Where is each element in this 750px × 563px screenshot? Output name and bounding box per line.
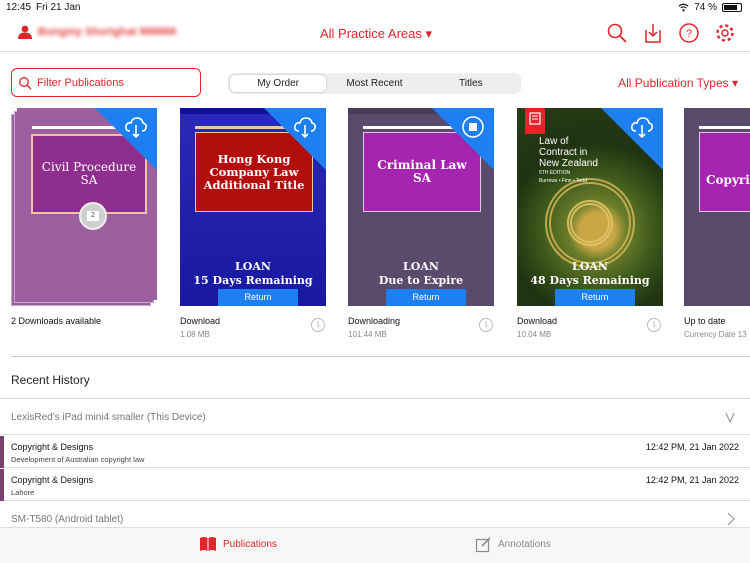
tab-annotations-label: Annotations — [498, 539, 551, 550]
device-row-android[interactable]: SM-T580 (Android tablet) — [0, 502, 750, 527]
help-icon[interactable]: ? — [678, 22, 700, 44]
segment-titles[interactable]: Titles — [423, 75, 519, 92]
book-title: Law of Contract in New Zealand — [539, 136, 598, 169]
top-bar: Bungmy Shorighat 888888 All Practice Are… — [0, 16, 750, 52]
cloud-download-icon[interactable] — [629, 114, 655, 140]
history-item-title: Copyright & Designs — [11, 442, 94, 452]
search-icon[interactable] — [606, 22, 628, 44]
copies-badge: 2 — [79, 202, 107, 230]
status-date: Fri 21 Jan — [36, 2, 81, 13]
segment-most-recent[interactable]: Most Recent — [326, 75, 422, 92]
book-status: Download — [180, 316, 221, 326]
book-status: Up to date — [684, 316, 726, 326]
return-button[interactable]: Return — [218, 289, 298, 306]
tab-bar: Publications Annotations — [0, 527, 750, 563]
info-icon[interactable]: i — [311, 318, 325, 332]
book-cover: Copyrig — [684, 108, 750, 306]
device-name: LexisRed's iPad mini4 smaller (This Devi… — [11, 412, 206, 423]
status-time: 12:45 — [6, 2, 32, 13]
chevron-right-icon[interactable] — [726, 512, 736, 526]
filter-publications-input[interactable] — [37, 76, 187, 89]
cloud-download-icon[interactable] — [123, 114, 149, 140]
book-copyright-partial[interactable]: Copyrig — [684, 108, 750, 306]
download-tray-icon[interactable] — [642, 22, 664, 44]
practice-areas-dropdown[interactable]: All Practice Areas ▾ — [320, 26, 432, 42]
divider — [11, 356, 750, 357]
book-cover: Law of Contract in New Zealand 5TH EDITI… — [517, 108, 663, 306]
book-status: Downloading — [348, 316, 401, 326]
book-currency-date: Currency Date 13 — [684, 330, 747, 339]
history-marker — [0, 469, 4, 501]
note-icon — [529, 112, 541, 125]
cloud-download-icon[interactable] — [292, 114, 318, 140]
segment-my-order[interactable]: My Order — [230, 75, 327, 92]
book-criminal-law-sa[interactable]: Criminal Law SA LOAN Due to Expire Retur… — [348, 108, 494, 306]
book-cover: Hong Kong Company Law Additional Title L… — [180, 108, 326, 306]
history-item-subtitle: Lahore — [11, 488, 35, 497]
chevron-down-icon[interactable] — [724, 411, 736, 423]
wifi-icon — [678, 3, 689, 12]
loan-label: LOAN — [572, 260, 608, 273]
reader-badge — [525, 108, 545, 134]
loan-remaining: Due to Expire — [378, 274, 464, 287]
book-edition: 5TH EDITION — [539, 170, 571, 176]
loan-label: LOAN — [235, 260, 271, 273]
history-item-title: Copyright & Designs — [11, 475, 94, 485]
return-button[interactable]: Return — [555, 289, 635, 306]
device-row-this-device[interactable]: LexisRed's iPad mini4 smaller (This Devi… — [0, 399, 750, 435]
loan-remaining: 15 Days Remaining — [193, 274, 313, 287]
book-size: 1.08 MB — [180, 330, 210, 339]
recent-history-title: Recent History — [11, 373, 90, 387]
user-icon — [18, 25, 32, 39]
settings-gear-icon[interactable] — [714, 22, 736, 44]
tab-annotations[interactable]: Annotations — [475, 536, 551, 553]
sort-segmented-control: My Order Most Recent Titles — [228, 73, 521, 94]
book-status: 2 Downloads available — [11, 316, 102, 326]
book-open-icon — [200, 537, 216, 551]
publication-types-dropdown[interactable]: All Publication Types ▾ — [618, 76, 738, 90]
history-item[interactable]: Copyright & Designs Development of Austr… — [0, 436, 750, 468]
filter-publications-field[interactable] — [11, 68, 201, 97]
search-icon — [19, 76, 32, 89]
fern-spiral-artwork — [567, 200, 613, 246]
tab-publications-label: Publications — [223, 538, 277, 550]
annotation-edit-icon — [475, 537, 491, 553]
cover-stripe — [699, 126, 750, 129]
history-item[interactable]: Copyright & Designs Lahore 12:42 PM, 21 … — [0, 469, 750, 501]
loan-label: LOAN — [403, 260, 439, 273]
battery-icon — [722, 3, 742, 12]
history-item-date: 12:42 PM, 21 Jan 2022 — [645, 475, 739, 485]
user-name: Bungmy Shorighat 888888 — [38, 26, 177, 38]
loan-remaining: 48 Days Remaining — [530, 274, 650, 287]
book-civil-procedure-sa[interactable]: Civil Procedure SA 2 — [11, 108, 157, 306]
history-item-subtitle: Development of Australian copyright law — [11, 455, 145, 464]
book-law-of-contract-nz[interactable]: Law of Contract in New Zealand 5TH EDITI… — [517, 108, 663, 306]
tab-publications[interactable]: Publications — [199, 536, 277, 552]
status-bar: 12:45 Fri 21 Jan 74 % — [0, 0, 750, 16]
user-account[interactable]: Bungmy Shorighat 888888 — [18, 25, 176, 39]
book-title: Copyrig — [699, 132, 750, 212]
device-name: SM-T580 (Android tablet) — [11, 514, 124, 525]
book-status: Download — [517, 316, 558, 326]
svg-text:?: ? — [686, 28, 692, 40]
info-icon[interactable]: i — [479, 318, 493, 332]
return-button[interactable]: Return — [386, 289, 466, 306]
book-hong-kong-company-law[interactable]: Hong Kong Company Law Additional Title L… — [180, 108, 326, 306]
copies-badge-count: 2 — [87, 211, 99, 221]
info-icon[interactable]: i — [647, 318, 661, 332]
book-size: 10.04 MB — [517, 330, 552, 339]
book-size: 101.44 MB — [348, 330, 387, 339]
book-authors: Burrows • Finn • Todd — [539, 178, 587, 184]
stop-download-icon[interactable] — [460, 114, 486, 140]
battery-percent: 74 % — [694, 2, 717, 13]
book-cover: Criminal Law SA LOAN Due to Expire Retur… — [348, 108, 494, 306]
history-item-date: 12:42 PM, 21 Jan 2022 — [645, 442, 739, 452]
book-cover: Civil Procedure SA 2 — [17, 108, 157, 300]
history-marker — [0, 436, 4, 468]
